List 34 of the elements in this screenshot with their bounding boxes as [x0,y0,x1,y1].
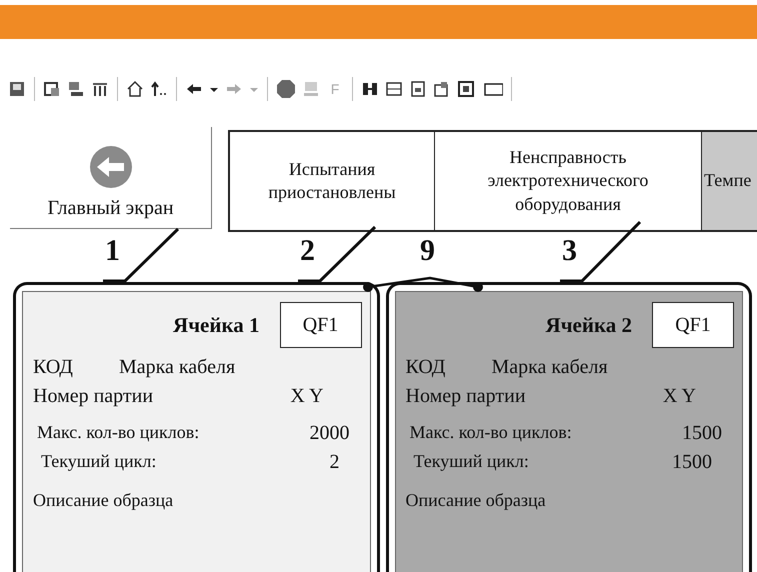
batch-value: X Y [290,385,324,408]
tools-icon[interactable] [361,80,379,98]
callout-number: 1 [105,234,120,268]
breaker-label: QF1 [652,302,734,348]
current-cycle-value: 2 [330,451,340,474]
cable-label: Марка кабеля [118,356,236,379]
current-cycle-label: Текуший цикл: [414,451,529,473]
batch-label: Номер партии [406,385,526,408]
code-label: КОД [33,356,73,379]
callout-number: 9 [420,234,435,268]
breaker-label: QF1 [280,302,362,348]
sample-description: Описание образца [33,490,174,511]
main-screen-button[interactable]: Главный экран [10,127,212,229]
window-icon[interactable] [43,80,61,98]
max-cycles-label: Макс. кол-во циклов: [410,422,572,444]
code-label: КОД [406,356,446,379]
max-cycles-value: 2000 [310,422,350,445]
current-cycle-value: 1500 [672,451,712,474]
batch-value: X Y [662,385,696,408]
stop-icon[interactable] [276,79,296,99]
cell-title: Ячейка 2 [546,312,632,338]
sample-description: Описание образца [406,490,546,511]
up-level-icon[interactable] [150,80,168,98]
current-cycle-label: Текуший цикл: [41,451,156,473]
cell-title: Ячейка 1 [173,312,260,338]
callout-number: 3 [562,234,577,268]
max-cycles-label: Макс. кол-во циклов: [37,422,200,444]
batch-label: Номер партии [33,385,154,408]
home-icon[interactable] [126,80,144,98]
status-panel: Темпе [702,132,757,230]
max-cycles-value: 1500 [682,422,722,445]
callout-number: 2 [300,234,315,268]
save-icon[interactable] [8,80,26,98]
cable-label: Марка кабеля [491,356,608,379]
